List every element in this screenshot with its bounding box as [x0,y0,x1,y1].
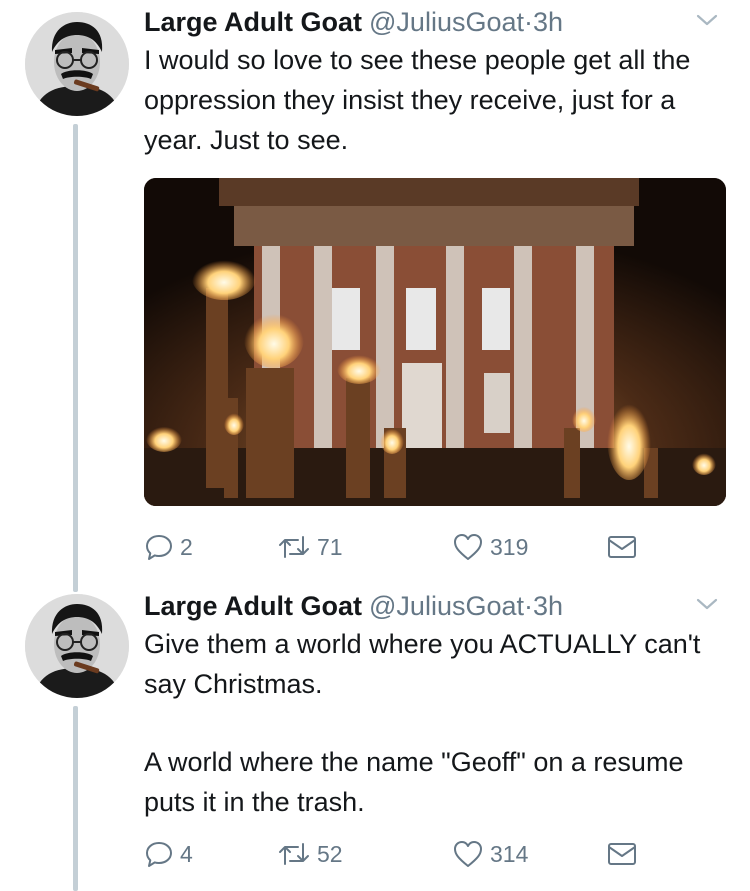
user-handle[interactable]: @JuliusGoat [369,591,524,621]
tweet-paragraph: I would so love to see these people get … [144,45,691,155]
reply-count: 4 [180,840,193,867]
reply-count: 2 [180,533,193,560]
user-handle[interactable]: @JuliusGoat [369,7,524,37]
avatar[interactable] [25,12,129,116]
like-button[interactable]: 314 [452,834,528,874]
chevron-down-icon[interactable] [694,10,720,30]
avatar[interactable] [25,594,129,698]
tweet-paragraph: A world where the name "Geoff" on a resu… [144,747,684,817]
display-name[interactable]: Large Adult Goat [144,591,362,621]
reply-icon [146,842,172,867]
timestamp[interactable]: 3h [533,7,563,37]
heart-icon [454,841,482,867]
retweet-count: 71 [317,533,343,560]
reply-button[interactable]: 2 [144,527,193,567]
envelope-icon [608,843,636,865]
timestamp[interactable]: 3h [533,591,563,621]
like-count: 319 [490,533,529,560]
tweet-text: I would so love to see these people get … [144,40,724,160]
reply-icon [146,535,172,560]
retweet-icon [279,536,309,558]
thread-connector-line [73,124,78,592]
tweet-actions: 4 52 314 [144,834,644,874]
tweet-header: Large Adult Goat @JuliusGoat·3h [144,588,720,624]
separator: · [524,591,533,621]
tweet[interactable]: Large Adult Goat @JuliusGoat·3h Give them… [0,586,750,891]
retweet-button[interactable]: 71 [277,527,343,567]
tweet-text: Give them a world where you ACTUALLY can… [144,624,724,822]
retweet-button[interactable]: 52 [277,834,343,874]
direct-message-button[interactable] [606,527,644,567]
chevron-down-icon[interactable] [694,594,720,614]
like-button[interactable]: 319 [452,527,528,567]
tweet-image[interactable] [144,178,726,506]
separator: · [524,7,533,37]
display-name[interactable]: Large Adult Goat [144,7,362,37]
reply-button[interactable]: 4 [144,834,193,874]
thread-connector-line [73,706,78,891]
retweet-count: 52 [317,840,343,867]
heart-icon [454,534,482,560]
direct-message-button[interactable] [606,834,644,874]
like-count: 314 [490,840,529,867]
envelope-icon [608,536,636,558]
retweet-icon [279,843,309,865]
tweet-header: Large Adult Goat @JuliusGoat·3h [144,4,720,40]
tweet-paragraph: Give them a world where you ACTUALLY can… [144,629,701,699]
tweet[interactable]: Large Adult Goat @JuliusGoat·3h I would s… [0,0,750,592]
tweet-actions: 2 71 319 [144,527,644,567]
